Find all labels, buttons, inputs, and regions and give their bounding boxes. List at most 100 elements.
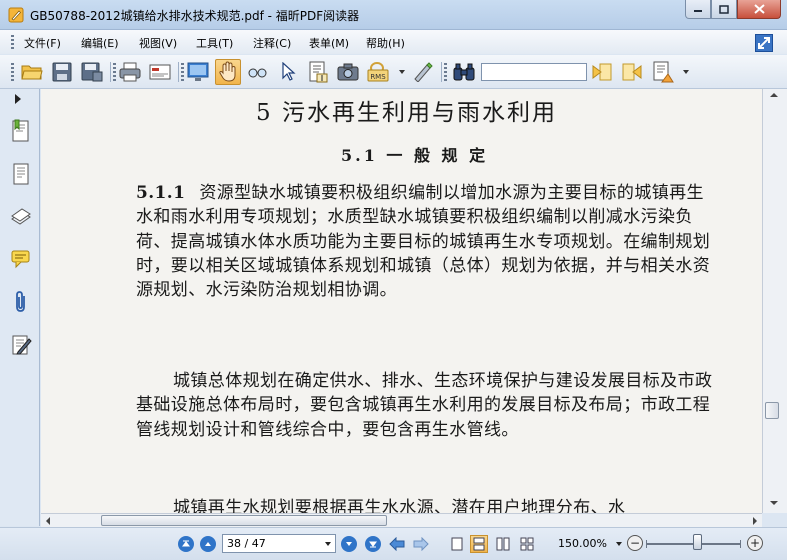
menu-tools[interactable]: 工具(T)	[196, 35, 233, 51]
typewriter-icon	[414, 62, 433, 82]
print-icon	[119, 62, 141, 82]
toolbar-grip[interactable]	[11, 63, 14, 81]
signatures-icon	[12, 335, 32, 355]
scroll-down-icon[interactable]	[770, 501, 778, 505]
rms-button[interactable]: RMS	[365, 59, 391, 85]
maximize-icon	[719, 4, 729, 14]
scroll-left-icon[interactable]	[46, 517, 50, 525]
signatures-button[interactable]	[10, 333, 32, 357]
last-page-button[interactable]	[365, 536, 381, 552]
expand-panel-icon[interactable]	[15, 94, 21, 104]
text-select-button[interactable]	[305, 59, 331, 85]
section-heading: 5.1 一 般 规 定	[341, 146, 489, 165]
typewriter-button[interactable]	[410, 59, 436, 85]
menu-view[interactable]: 视图(V)	[139, 35, 177, 51]
close-icon	[753, 4, 765, 14]
scroll-right-icon[interactable]	[753, 517, 757, 525]
chapter-heading: 5 污水再生利用与雨水利用	[256, 100, 557, 126]
facing-view-button[interactable]	[494, 535, 512, 553]
zoom-out-button[interactable]: −	[627, 535, 643, 551]
continuous-facing-icon	[520, 537, 534, 551]
menu-help[interactable]: 帮助(H)	[366, 35, 405, 51]
continuous-facing-view-button[interactable]	[518, 535, 536, 553]
print-button[interactable]	[117, 59, 143, 85]
find-icon	[453, 63, 475, 81]
minimize-button[interactable]	[685, 0, 711, 19]
find-previous-button[interactable]	[589, 59, 615, 85]
layers-button[interactable]	[10, 204, 32, 228]
highlight-search-button[interactable]	[650, 59, 676, 85]
hand-tool-icon	[219, 61, 236, 82]
scroll-up-icon[interactable]	[770, 93, 778, 97]
snapshot-button[interactable]	[335, 59, 361, 85]
horizontal-scroll-thumb[interactable]	[101, 515, 387, 526]
toolbar-grip[interactable]	[444, 63, 447, 81]
menu-bar: 文件(F) 编辑(E) 视图(V) 工具(T) 注释(C) 表单(M) 帮助(H…	[0, 30, 787, 54]
zoom-in-button[interactable]: +	[747, 535, 763, 551]
email-button[interactable]	[147, 59, 173, 85]
menu-comments[interactable]: 注释(C)	[253, 35, 291, 51]
go-back-button[interactable]	[389, 536, 405, 552]
find-next-button[interactable]	[619, 59, 645, 85]
maximize-button[interactable]	[711, 0, 737, 19]
save-icon	[52, 62, 72, 82]
navigation-sidebar	[0, 89, 40, 526]
next-page-button[interactable]	[341, 536, 357, 552]
single-page-view-button[interactable]	[448, 535, 466, 553]
toolbar-separator	[441, 62, 442, 82]
page-dropdown-arrow[interactable]	[325, 542, 331, 546]
continuous-view-button[interactable]	[470, 535, 488, 553]
zoom-level[interactable]: 150.00%	[558, 537, 607, 550]
clause-number: 5.1.1	[136, 183, 186, 203]
hand-tool-button[interactable]	[215, 59, 241, 85]
zoom-dropdown-arrow[interactable]	[616, 542, 622, 546]
vertical-scroll-thumb[interactable]	[765, 402, 779, 419]
toolbar-grip[interactable]	[113, 63, 116, 81]
pages-button[interactable]	[10, 162, 32, 186]
save-button[interactable]	[49, 59, 75, 85]
first-page-icon	[182, 540, 190, 547]
body-paragraph: 城镇总体规划在确定供水、排水、生态环境保护与建设发展目标及市政基础设施总体布局时…	[136, 369, 721, 442]
zoom-slider-thumb[interactable]	[693, 534, 703, 550]
menu-file[interactable]: 文件(F)	[24, 35, 61, 51]
bookmarks-button[interactable]	[10, 119, 32, 143]
snapshot-icon	[337, 63, 359, 81]
go-forward-button[interactable]	[413, 536, 429, 552]
rms-dropdown-arrow[interactable]	[399, 70, 405, 74]
page-number-field[interactable]: 38 / 47	[222, 534, 336, 553]
expand-icon	[758, 37, 770, 49]
previous-page-icon	[205, 542, 211, 546]
menu-edit[interactable]: 编辑(E)	[81, 35, 119, 51]
select-arrow-button[interactable]	[275, 59, 301, 85]
previous-page-button[interactable]	[200, 536, 216, 552]
highlight-dropdown-arrow[interactable]	[683, 70, 689, 74]
layers-icon	[11, 208, 31, 225]
last-page-icon	[369, 541, 377, 548]
back-arrow-icon	[389, 537, 405, 551]
menu-forms[interactable]: 表单(M)	[309, 35, 349, 51]
comments-button[interactable]	[10, 247, 32, 271]
toolbar-grip[interactable]	[181, 63, 184, 81]
menu-grip[interactable]	[11, 35, 14, 49]
page-number-text: 38 / 47	[227, 537, 266, 550]
highlight-search-icon	[653, 61, 674, 83]
find-previous-icon	[592, 63, 612, 81]
find-button[interactable]	[451, 59, 477, 85]
document-view[interactable]: 5 污水再生利用与雨水利用 5.1 一 般 规 定 5.1.1 资源型缺水城镇要积…	[41, 89, 762, 513]
attachments-button[interactable]	[10, 290, 32, 314]
clause-paragraph: 5.1.1 资源型缺水城镇要积极组织编制以增加水源为主要目标的城镇再生水和雨水利用…	[136, 181, 721, 302]
vertical-scrollbar[interactable]	[762, 89, 787, 513]
open-icon	[21, 65, 43, 80]
save-as-icon	[81, 62, 103, 82]
search-input[interactable]	[481, 63, 587, 81]
snapshot-zoom-button[interactable]	[245, 59, 271, 85]
fullscreen-button[interactable]	[185, 59, 211, 85]
maximize-document-button[interactable]	[755, 34, 773, 52]
open-button[interactable]	[19, 59, 45, 85]
rms-icon: RMS	[367, 62, 389, 82]
first-page-button[interactable]	[178, 536, 194, 552]
horizontal-scrollbar[interactable]	[41, 513, 762, 527]
fullscreen-icon	[187, 62, 209, 81]
save-as-button[interactable]	[79, 59, 105, 85]
close-button[interactable]	[737, 0, 781, 19]
